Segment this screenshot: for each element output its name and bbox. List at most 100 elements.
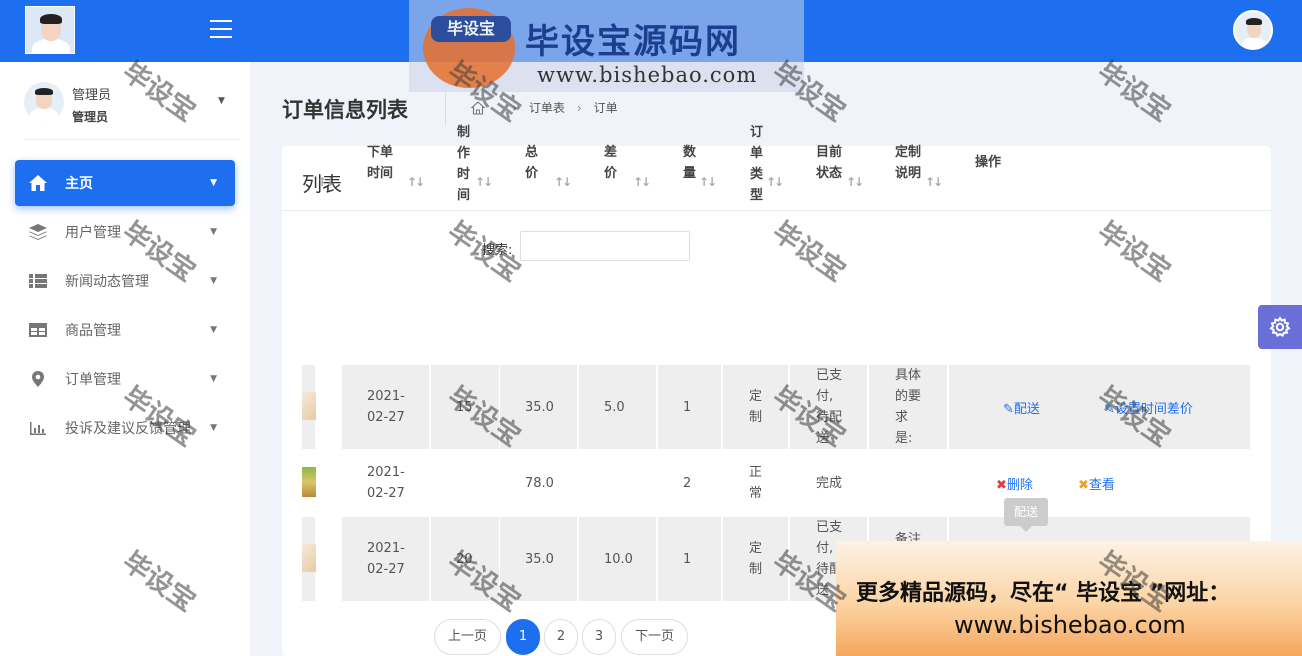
sort-icon[interactable]: ↑↓	[407, 172, 425, 193]
page-title: 订单信息列表	[282, 98, 408, 122]
edit-icon: ✎	[1104, 402, 1115, 417]
table-cell	[431, 451, 499, 515]
watermark: 毕设宝	[1091, 56, 1176, 128]
top-user-avatar[interactable]	[1233, 10, 1273, 50]
table-cell	[579, 451, 656, 515]
table-cell: 5.0	[579, 365, 656, 449]
table-cell: 15	[431, 365, 499, 449]
column-header-ops: 操作	[975, 128, 1035, 220]
pagination-page-2[interactable]: 2	[544, 619, 578, 655]
table-cell: 2021-02-27	[342, 517, 429, 601]
column-header-status[interactable]: 目前状态 ↑↓	[816, 128, 866, 220]
table-row[interactable]: 2021-02-27 78.0 2 正常 完成	[20, 451, 970, 515]
table-row[interactable]: 2021-02-27 20 35.0 10.0 1 定制 已支付,待配送 备注	[20, 517, 1250, 601]
table-cell: 2021-02-27	[342, 365, 429, 449]
pagination-page-1[interactable]: 1	[506, 619, 540, 655]
home-icon[interactable]	[470, 100, 486, 116]
breadcrumb: › 订单表 › 订单	[470, 99, 618, 116]
watermark-banner: 毕设宝 毕设宝源码网 www.bishebao.com	[409, 0, 804, 92]
column-header-label: 数量	[683, 145, 697, 181]
breadcrumb-item[interactable]: 订单表	[529, 99, 565, 116]
chevron-down-icon[interactable]: ▼	[218, 96, 225, 106]
watermark-logo-tag: 毕设宝	[431, 16, 511, 42]
column-header-order-time[interactable]: 下单时间 ↑↓	[367, 128, 427, 220]
table-cell: 35.0	[500, 517, 577, 601]
sort-icon[interactable]: ↑↓	[633, 172, 651, 193]
sidebar-item-label: 用户管理	[65, 225, 121, 241]
column-header-type[interactable]: 订单类型 ↑↓	[750, 125, 786, 220]
table-cell: 1	[658, 517, 721, 601]
sort-icon[interactable]: ↑↓	[475, 172, 493, 193]
deliver-button[interactable]: ✎配送	[1003, 398, 1040, 417]
table-cell: 已支付,待配送	[790, 365, 867, 449]
column-header-total[interactable]: 总价 ↑↓	[525, 128, 575, 220]
edit-icon: ✎	[1003, 402, 1014, 417]
search-label: 搜索:	[482, 243, 513, 258]
pagination-prev-button[interactable]: 上一页	[434, 619, 501, 655]
settings-button[interactable]	[1258, 305, 1302, 349]
list-icon	[27, 271, 49, 291]
sidebar-user-role: 管理员	[72, 110, 109, 124]
table-cell: 具体的要求是:	[869, 365, 947, 449]
sidebar-item-users[interactable]: 用户管理 ▼	[15, 209, 235, 255]
set-time-diff-button[interactable]: ✎设置时间差价	[1104, 398, 1193, 417]
delete-button[interactable]: ✖删除	[996, 474, 1033, 493]
header-divider	[445, 90, 446, 126]
column-header-label: 操作	[975, 155, 1002, 170]
view-button[interactable]: ✖查看	[1078, 474, 1115, 493]
column-header-diff[interactable]: 差价 ↑↓	[604, 128, 654, 220]
product-thumbnail	[302, 392, 316, 420]
table-row[interactable]: 2021-02-27 15 35.0 5.0 1 定制 已支付,待配送 具体的要…	[20, 365, 1250, 449]
breadcrumb-separator-icon: ›	[576, 100, 582, 115]
table-cell: 1	[658, 365, 721, 449]
logo-area	[0, 0, 250, 62]
column-header-label: 制作时间	[457, 125, 471, 203]
pagination-page-3[interactable]: 3	[582, 619, 616, 655]
column-header-label: 差价	[604, 145, 618, 181]
column-header-label: 总价	[525, 145, 539, 181]
promo-banner: 更多精品源码，尽在“ 毕设宝 ”网址： www.bishebao.com	[836, 541, 1302, 656]
chevron-down-icon: ▼	[210, 227, 217, 237]
search-input[interactable]	[520, 231, 690, 261]
sidebar-item-products[interactable]: 商品管理 ▼	[15, 307, 235, 353]
close-icon: ✖	[1078, 478, 1089, 493]
sidebar-user-box[interactable]: 管理员 管理员 ▼	[24, 82, 240, 140]
sidebar-item-home[interactable]: 主页 ▼	[15, 160, 235, 206]
sort-icon[interactable]: ↑↓	[554, 172, 572, 193]
table-cell: 35.0	[500, 365, 577, 449]
sidebar-item-news[interactable]: 新闻动态管理 ▼	[15, 258, 235, 304]
table-cell: 20	[431, 517, 499, 601]
table-cell: 正常	[749, 465, 763, 501]
table-cell: 78.0	[525, 475, 554, 491]
logo-avatar	[25, 6, 75, 54]
sidebar-user-avatar	[24, 82, 64, 122]
table-cell	[869, 451, 947, 515]
close-icon: ✖	[996, 478, 1007, 493]
sort-icon[interactable]: ↑↓	[317, 172, 335, 193]
sort-icon[interactable]: ↑↓	[846, 172, 864, 193]
table-cell	[302, 451, 316, 515]
promo-url: www.bishebao.com	[954, 611, 1186, 639]
column-header-qty[interactable]: 数量 ↑↓	[683, 128, 719, 220]
pagination-next-button[interactable]: 下一页	[621, 619, 688, 655]
chevron-down-icon: ▼	[210, 178, 217, 188]
table-cell	[949, 365, 1250, 449]
layers-icon	[27, 222, 49, 242]
table-cell	[302, 517, 316, 601]
column-header-image[interactable]: ↑↓	[302, 128, 340, 220]
watermark-url: www.bishebao.com	[537, 63, 758, 87]
column-header-label: 下单时间	[367, 145, 394, 181]
table-cell: 定制	[723, 365, 788, 449]
sort-icon[interactable]: ↑↓	[925, 172, 943, 193]
home-icon	[27, 173, 49, 193]
sidebar-item-label: 商品管理	[65, 323, 121, 339]
product-thumbnail	[302, 544, 316, 572]
column-header-note[interactable]: 定制说明 ↑↓	[895, 128, 945, 220]
sidebar-user-name: 管理员	[72, 88, 112, 103]
column-header-make-time[interactable]: 制作时间 ↑↓	[457, 125, 499, 220]
table-cell: 2	[683, 475, 692, 491]
sort-icon[interactable]: ↑↓	[766, 172, 784, 193]
table-cell: 定制	[723, 517, 788, 601]
menu-toggle-icon[interactable]	[210, 20, 232, 40]
sort-icon[interactable]: ↑↓	[699, 172, 717, 193]
